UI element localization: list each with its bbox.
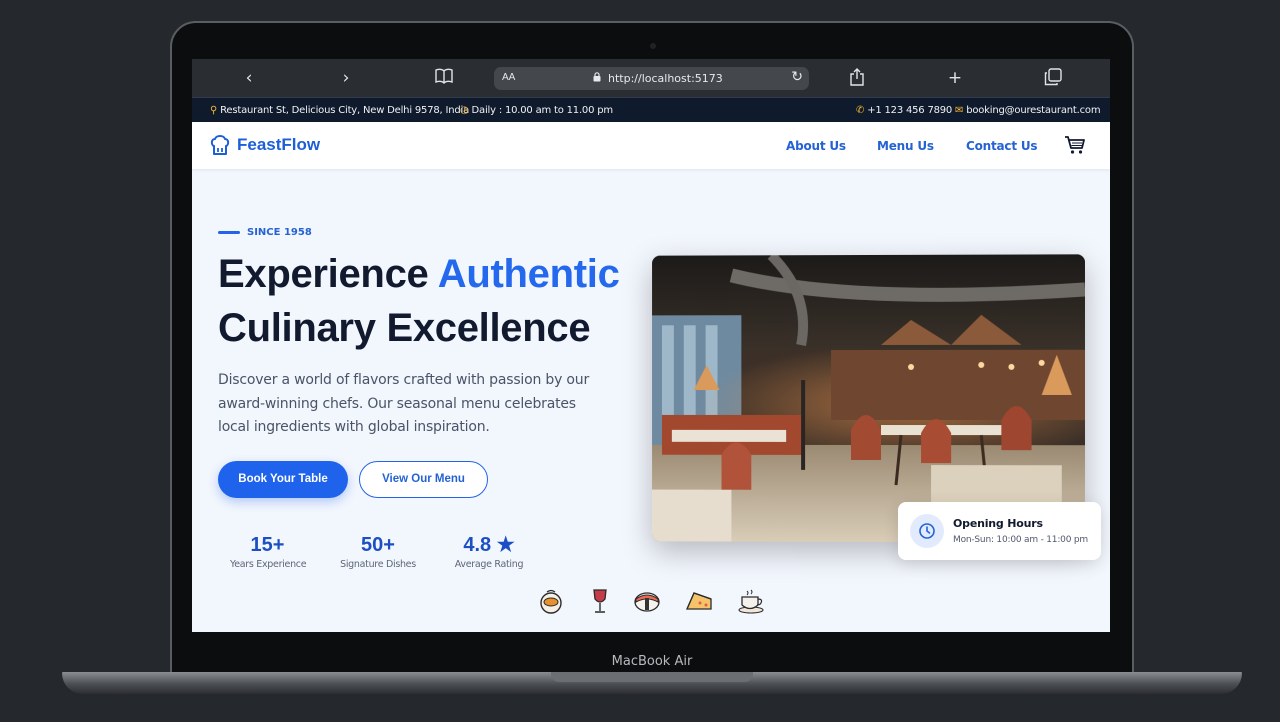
brand-logo[interactable]: FeastFlow (237, 135, 320, 155)
location-pin-icon: ⚲ (210, 105, 218, 116)
nav-contact-us[interactable]: Contact Us (966, 139, 1038, 153)
opening-hours-text: Mon-Sun: 10:00 am - 11:00 pm (953, 535, 1088, 545)
device-label: MacBook Air (611, 654, 693, 669)
hero-title-part1: Experience (218, 252, 438, 296)
phone-item[interactable]: ✆ +1 123 456 7890 (856, 105, 952, 116)
hero-description: Discover a world of flavors crafted with… (218, 372, 590, 435)
book-table-button[interactable]: Book Your Table (218, 461, 348, 498)
opening-hours-card: Opening Hours Mon-Sun: 10:00 am - 11:00 … (898, 502, 1101, 560)
email-item[interactable]: ✉ booking@ourestaurant.com (955, 105, 1101, 116)
reload-icon[interactable]: ↻ (791, 69, 803, 85)
cart-icon[interactable] (1064, 135, 1086, 155)
reader-aa[interactable]: AA (502, 72, 515, 83)
stat-value: 4.8 ★ (463, 534, 515, 556)
hours-text: Daily : 10.00 am to 11.00 pm (471, 105, 614, 116)
nav-about-us[interactable]: About Us (786, 139, 846, 153)
browser-toolbar: ‹ › AA http://localhost:5173 ↻ + (192, 59, 1110, 97)
address-item: ⚲ Restaurant St, Delicious City, New Delh… (210, 105, 469, 116)
view-menu-button[interactable]: View Our Menu (359, 461, 488, 498)
forward-icon[interactable]: › (335, 68, 357, 88)
screen: ‹ › AA http://localhost:5173 ↻ + ⚲ Restau… (192, 59, 1110, 632)
wine-glass-icon (593, 589, 607, 613)
phone-icon: ✆ (856, 105, 865, 116)
hero-title-accent: Authentic (437, 252, 620, 296)
sushi-icon (634, 592, 660, 612)
restaurant-interior-image (652, 254, 1085, 543)
clock-icon (910, 514, 944, 548)
stat-value: 50+ (361, 534, 395, 556)
stat-years: 15+ Years Experience (230, 533, 307, 570)
opening-hours-title: Opening Hours (953, 517, 1043, 530)
main-nav: FeastFlow About Us Menu Us Contact Us (192, 122, 1110, 169)
stat-value: 15+ (250, 534, 285, 556)
bookmarks-icon[interactable] (433, 68, 455, 88)
stat-rating: 4.8 ★ Average Rating (452, 533, 526, 570)
coffee-cup-icon (738, 589, 764, 614)
address-bar[interactable]: AA http://localhost:5173 ↻ (494, 67, 809, 90)
laptop-notch (551, 672, 753, 682)
clock-icon: ◷ (460, 105, 469, 116)
camera (650, 43, 656, 49)
lock-icon (593, 72, 601, 84)
url-text: http://localhost:5173 (608, 72, 723, 85)
cake-slice-icon (686, 592, 712, 610)
contact-info-bar: ⚲ Restaurant St, Delicious City, New Delh… (192, 97, 1110, 122)
back-icon[interactable]: ‹ (238, 68, 260, 88)
stat-label: Signature Dishes (340, 559, 416, 570)
mail-icon: ✉ (955, 105, 964, 116)
email-text: booking@ourestaurant.com (966, 105, 1101, 116)
stat-label: Years Experience (230, 559, 307, 570)
hero-title: Experience Authentic Culinary Excellence (218, 247, 620, 355)
stat-dishes: 50+ Signature Dishes (340, 533, 416, 570)
tabs-icon[interactable] (1042, 68, 1064, 88)
eyebrow-since: SINCE 1958 (247, 227, 312, 238)
eyebrow-line (218, 231, 240, 234)
hero-title-line2: Culinary Excellence (218, 306, 591, 350)
pastry-icon (540, 589, 562, 614)
stat-label: Average Rating (454, 559, 524, 570)
nav-menu-us[interactable]: Menu Us (877, 139, 934, 153)
hours-item: ◷ Daily : 10.00 am to 11.00 pm (460, 105, 613, 116)
new-tab-icon[interactable]: + (944, 68, 966, 88)
address-text: Restaurant St, Delicious City, New Delhi… (220, 105, 470, 116)
share-icon[interactable] (846, 68, 868, 88)
chef-hat-icon[interactable] (210, 134, 230, 156)
phone-text: +1 123 456 7890 (867, 105, 953, 116)
